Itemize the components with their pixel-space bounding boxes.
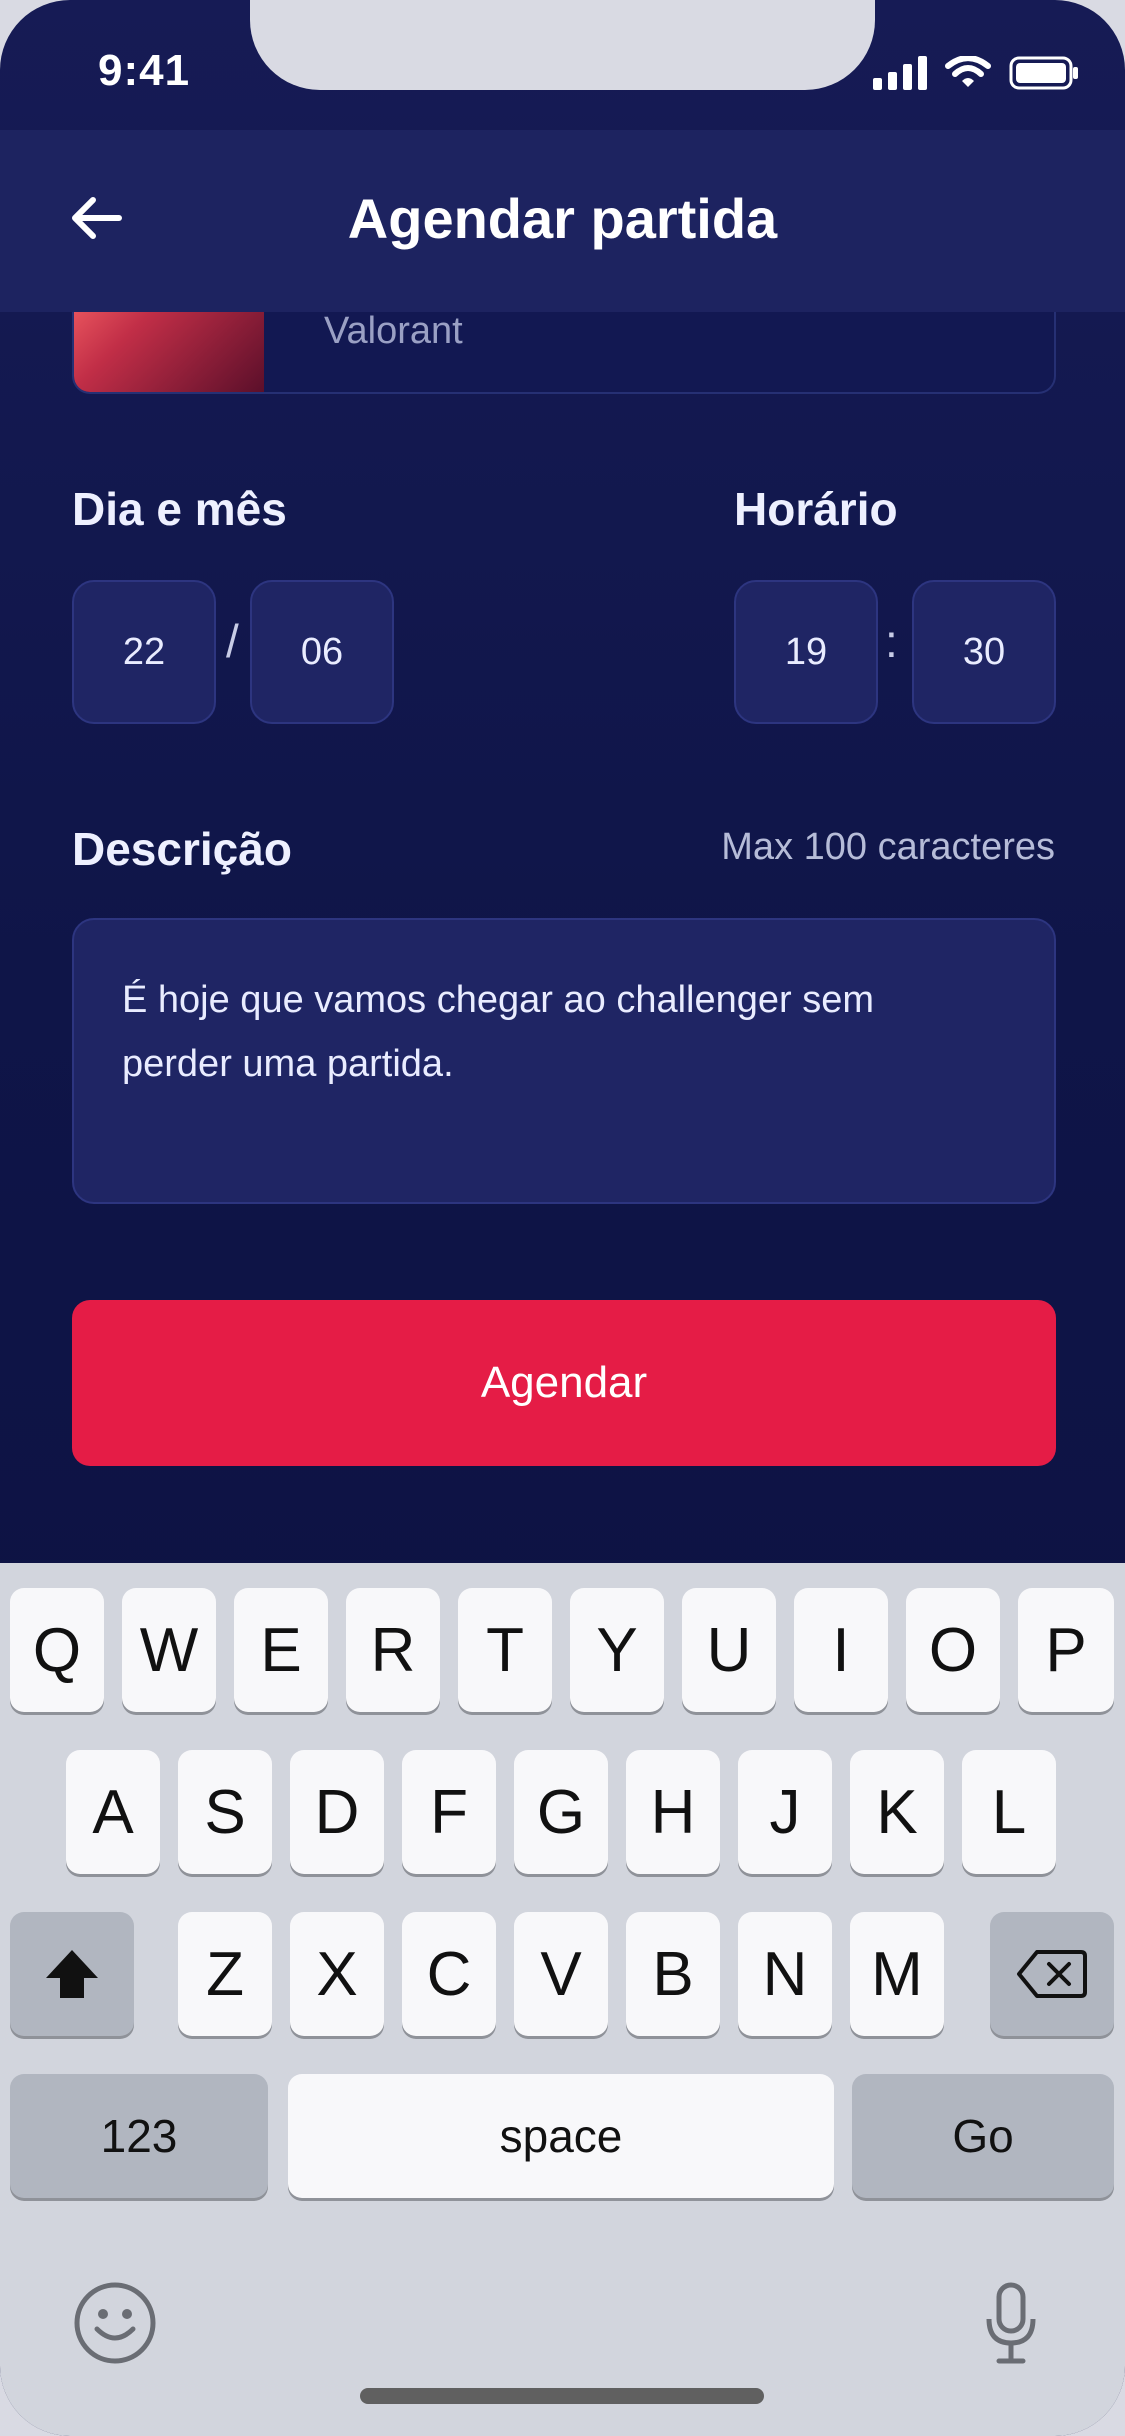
backspace-key[interactable] <box>990 1912 1114 2036</box>
hour-input[interactable]: 19 <box>734 580 878 724</box>
description-textarea[interactable]: É hoje que vamos chegar ao challenger se… <box>72 918 1056 1204</box>
key-q[interactable]: Q <box>10 1588 104 1712</box>
key-c[interactable]: C <box>402 1912 496 2036</box>
key-f[interactable]: F <box>402 1750 496 1874</box>
key-d[interactable]: D <box>290 1750 384 1874</box>
home-indicator[interactable] <box>360 2388 764 2404</box>
go-key[interactable]: Go <box>852 2074 1114 2198</box>
month-input[interactable]: 06 <box>250 580 394 724</box>
date-separator: / <box>226 615 239 667</box>
status-time: 9:41 <box>98 46 191 95</box>
key-r[interactable]: R <box>346 1588 440 1712</box>
key-i[interactable]: I <box>794 1588 888 1712</box>
key-z[interactable]: Z <box>178 1912 272 2036</box>
key-y[interactable]: Y <box>570 1588 664 1712</box>
key-m[interactable]: M <box>850 1912 944 2036</box>
key-p[interactable]: P <box>1018 1588 1114 1712</box>
key-n[interactable]: N <box>738 1912 832 2036</box>
minute-input[interactable]: 30 <box>912 580 1056 724</box>
description-char-limit: Max 100 caracteres <box>721 826 1055 868</box>
notch <box>250 0 875 90</box>
page-title: Agendar partida <box>347 187 778 250</box>
key-u[interactable]: U <box>682 1588 776 1712</box>
time-label: Horário <box>734 483 898 535</box>
key-k[interactable]: K <box>850 1750 944 1874</box>
key-h[interactable]: H <box>626 1750 720 1874</box>
game-name: Valorant <box>324 310 463 352</box>
numbers-key[interactable]: 123 <box>10 2074 268 2198</box>
key-o[interactable]: O <box>906 1588 1000 1712</box>
battery-icon <box>1009 56 1079 90</box>
app-header: Agendar partida <box>0 130 1125 312</box>
emoji-icon[interactable] <box>70 2278 160 2368</box>
key-l[interactable]: L <box>962 1750 1056 1874</box>
day-input[interactable]: 22 <box>72 580 216 724</box>
key-a[interactable]: A <box>66 1750 160 1874</box>
date-label: Dia e mês <box>72 483 287 535</box>
backspace-icon <box>1017 1950 1087 1998</box>
key-w[interactable]: W <box>122 1588 216 1712</box>
key-j[interactable]: J <box>738 1750 832 1874</box>
time-separator: : <box>885 615 898 667</box>
schedule-button[interactable]: Agendar <box>72 1300 1056 1466</box>
wifi-icon <box>945 56 991 90</box>
description-label: Descrição <box>72 823 292 875</box>
mic-icon[interactable] <box>966 2278 1056 2368</box>
keyboard: Q W E R T Y U I O P A S D F G H J K L Z … <box>0 1563 1125 2436</box>
key-t[interactable]: T <box>458 1588 552 1712</box>
key-g[interactable]: G <box>514 1750 608 1874</box>
shift-icon <box>46 1950 98 1998</box>
key-v[interactable]: V <box>514 1912 608 2036</box>
phone-screen: 9:41 Valorant Agendar partida Dia e mês … <box>0 0 1125 2436</box>
signal-icon <box>873 56 927 90</box>
shift-key[interactable] <box>10 1912 134 2036</box>
space-key[interactable]: space <box>288 2074 834 2198</box>
description-text: É hoje que vamos chegar ao challenger se… <box>122 979 875 1085</box>
key-s[interactable]: S <box>178 1750 272 1874</box>
key-b[interactable]: B <box>626 1912 720 2036</box>
key-x[interactable]: X <box>290 1912 384 2036</box>
status-bar: 9:41 <box>0 0 1125 130</box>
status-icons <box>873 56 1079 90</box>
key-e[interactable]: E <box>234 1588 328 1712</box>
